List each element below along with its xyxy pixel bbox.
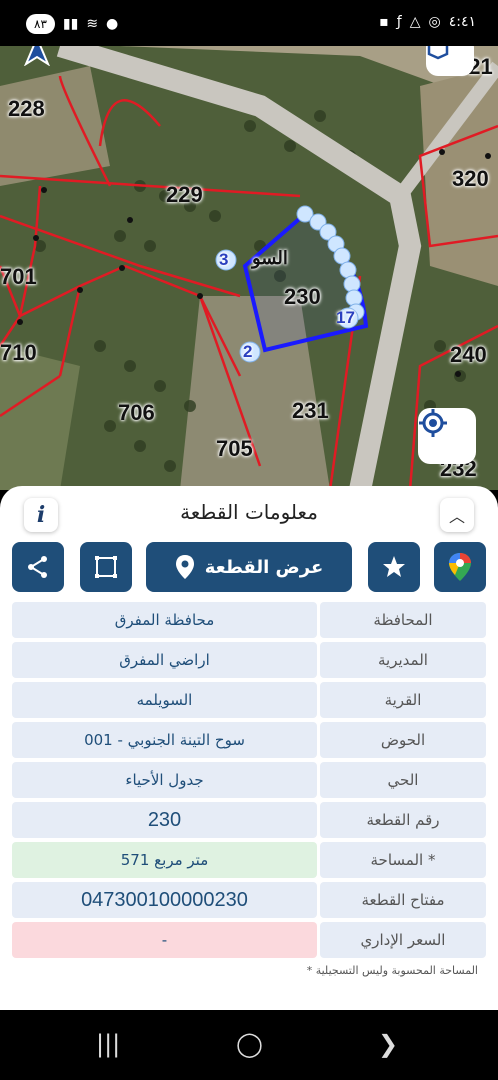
show-parcel-label: عرض القطعة bbox=[204, 556, 324, 578]
neighborhood-label: الحي bbox=[320, 762, 486, 798]
vertex-label: 3 bbox=[219, 250, 229, 269]
parcel-label[interactable]: 230 bbox=[284, 284, 321, 310]
table-row: محافظة المفرق المحافظة bbox=[12, 602, 486, 638]
draw-polygon-button[interactable] bbox=[80, 542, 132, 592]
table-row: سوح التينة الجنوبي - 001 الحوض bbox=[12, 722, 486, 758]
google-maps-icon bbox=[449, 553, 471, 581]
village-label: القرية bbox=[320, 682, 486, 718]
admin-price-label: السعر الإداري bbox=[320, 922, 486, 958]
vertex-label: 2 bbox=[243, 342, 253, 361]
vertex-label: 17 bbox=[336, 308, 355, 327]
parcel-label[interactable]: 706 bbox=[118, 400, 155, 426]
table-row: السويلمه القرية bbox=[12, 682, 486, 718]
parcel-label[interactable]: 229 bbox=[166, 182, 203, 208]
directorate-label: المديرية bbox=[320, 642, 486, 678]
battery-level: ٨٣ bbox=[34, 17, 47, 31]
clock-time: ٤:٤١ bbox=[448, 14, 476, 30]
parcel-label[interactable]: 705 bbox=[216, 436, 253, 462]
share-button[interactable] bbox=[12, 542, 64, 592]
show-parcel-button[interactable]: عرض القطعة bbox=[146, 542, 352, 592]
basin-value: سوح التينة الجنوبي - 001 bbox=[12, 722, 317, 758]
neighborhood-value: جدول الأحياء bbox=[12, 762, 317, 798]
sheet-title: معلومات القطعة bbox=[180, 500, 318, 524]
polygon-icon bbox=[95, 556, 117, 578]
wifi-icon: ≋ bbox=[86, 16, 99, 32]
status-bar: ٨٣ ▮▮ ≋ ● ▪ ƒ △ ◎ ٤:٤١ bbox=[0, 0, 498, 46]
parcel-label[interactable]: 231 bbox=[292, 398, 329, 424]
parcel-key-label: مفتاح القطعة bbox=[320, 882, 486, 918]
crosshair-icon bbox=[419, 409, 447, 437]
battery-indicator: ٨٣ bbox=[26, 14, 55, 34]
compass-button[interactable] bbox=[22, 46, 70, 84]
share-icon bbox=[28, 556, 47, 578]
table-row: - السعر الإداري bbox=[12, 922, 486, 958]
sim-icon: ▪ bbox=[379, 14, 389, 30]
area-footnote: * المساحة المحسوبة وليس التسجيلية bbox=[306, 964, 478, 977]
parcel-label[interactable]: 701 bbox=[0, 264, 37, 290]
parcel-label[interactable]: 320 bbox=[452, 166, 489, 192]
village-value: السويلمه bbox=[12, 682, 317, 718]
parcel-number-value: 230 bbox=[12, 802, 317, 838]
whatsapp-icon: ◎ bbox=[428, 14, 441, 30]
favorite-button[interactable] bbox=[368, 542, 420, 592]
alert-icon: △ bbox=[409, 14, 421, 30]
layers-button[interactable] bbox=[426, 46, 474, 76]
area-value: 571 متر مربع bbox=[12, 842, 317, 878]
table-row: 230 رقم القطعة bbox=[12, 802, 486, 838]
status-right: ▪ ƒ △ ◎ ٤:٤١ bbox=[379, 14, 476, 30]
signal-icon: ▮▮ bbox=[62, 16, 79, 32]
governorate-value: محافظة المفرق bbox=[12, 602, 317, 638]
star-icon bbox=[383, 556, 405, 577]
table-row: جدول الأحياء الحي bbox=[12, 762, 486, 798]
facebook-icon: ƒ bbox=[396, 14, 402, 30]
parcel-label[interactable]: 228 bbox=[8, 96, 45, 122]
collapse-button[interactable]: ︿ bbox=[440, 498, 474, 532]
north-arrow-icon bbox=[24, 46, 50, 66]
governorate-label: المحافظة bbox=[320, 602, 486, 638]
google-maps-button[interactable] bbox=[434, 542, 486, 592]
back-icon[interactable]: ❯ bbox=[378, 1030, 398, 1058]
action-row: عرض القطعة bbox=[0, 542, 498, 592]
chevron-up-icon: ︿ bbox=[448, 507, 465, 526]
table-row: اراضي المفرق المديرية bbox=[12, 642, 486, 678]
street-label: السو bbox=[252, 248, 288, 268]
parcel-info-sheet: i معلومات القطعة ︿ عرض القطعة محافظة الم… bbox=[0, 486, 498, 1010]
map-view[interactable]: 228 229 230 231 320 321 701 710 706 705 … bbox=[0, 46, 498, 490]
layers-icon bbox=[427, 46, 449, 60]
directorate-value: اراضي المفرق bbox=[12, 642, 317, 678]
recent-apps-icon[interactable]: ||| bbox=[96, 1030, 120, 1058]
status-left: ٨٣ ▮▮ ≋ ● bbox=[26, 14, 118, 34]
area-label: المساحة * bbox=[320, 842, 486, 878]
home-icon[interactable]: ◯ bbox=[236, 1030, 263, 1058]
table-row: 047300100000230 مفتاح القطعة bbox=[12, 882, 486, 918]
table-row: 571 متر مربع المساحة * bbox=[12, 842, 486, 878]
system-nav-bar: ||| ◯ ❯ bbox=[0, 1010, 498, 1080]
parcel-key-value[interactable]: 047300100000230 bbox=[12, 882, 317, 918]
parcel-label[interactable]: 240 bbox=[450, 342, 487, 368]
parcel-number-label: رقم القطعة bbox=[320, 802, 486, 838]
parcel-label[interactable]: 710 bbox=[0, 340, 37, 366]
basin-label: الحوض bbox=[320, 722, 486, 758]
location-pin-icon bbox=[175, 555, 194, 579]
my-location-button[interactable] bbox=[418, 408, 476, 464]
location-icon: ● bbox=[106, 16, 119, 32]
admin-price-value: - bbox=[12, 922, 317, 958]
